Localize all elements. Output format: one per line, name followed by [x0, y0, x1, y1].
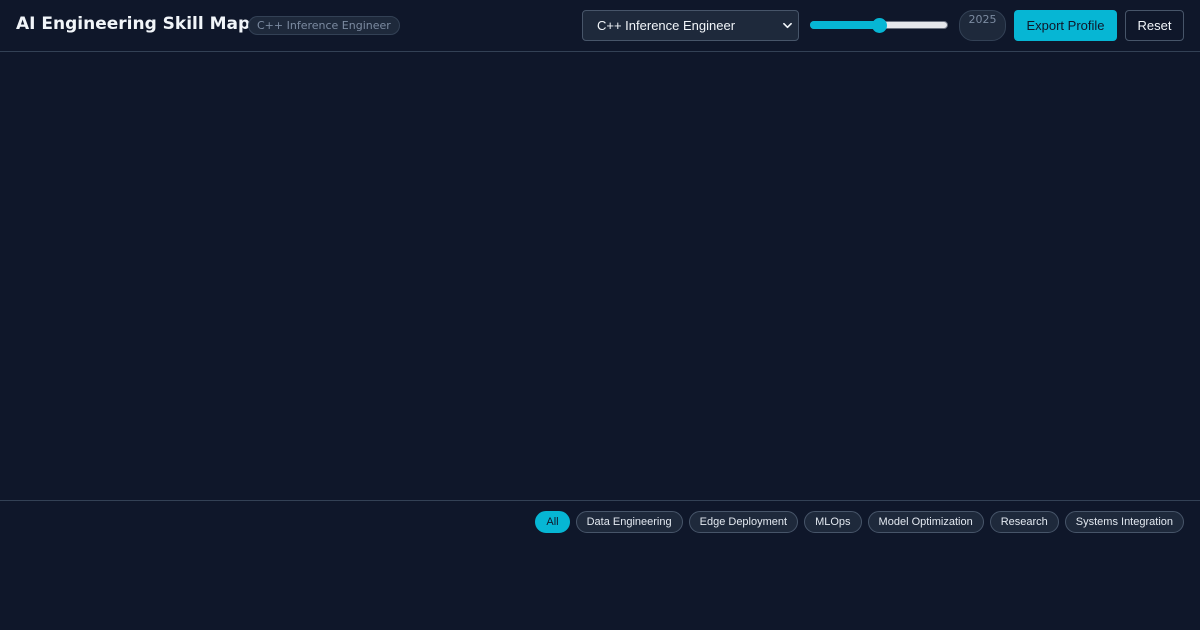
filter-chip-edge-deployment[interactable]: Edge Deployment — [688, 511, 799, 533]
chevron-down-icon — [783, 22, 792, 29]
filter-chip-research[interactable]: Research — [989, 511, 1059, 533]
filter-chip-systems-integration[interactable]: Systems Integration — [1064, 511, 1184, 533]
role-select[interactable]: C++ Inference Engineer — [582, 10, 799, 41]
slider-thumb[interactable] — [872, 18, 887, 33]
role-badge: C++ Inference Engineer — [248, 16, 400, 35]
reset-button[interactable]: Reset — [1125, 10, 1184, 41]
year-slider[interactable] — [809, 15, 949, 37]
slider-fill — [810, 21, 879, 29]
app-title: AI Engineering Skill Map — [16, 14, 251, 34]
filter-chip-mlops[interactable]: MLOps — [804, 511, 862, 533]
category-chips: All Data Engineering Edge Deployment MLOps M… — [535, 511, 1184, 533]
export-profile-button[interactable]: Export Profile — [1014, 10, 1117, 41]
filter-chip-all[interactable]: All — [535, 511, 570, 533]
role-select-value: C++ Inference Engineer — [597, 18, 736, 33]
skill-map-canvas[interactable] — [0, 52, 1200, 500]
year-label: 2025 — [959, 10, 1006, 41]
filter-chip-model-optimization[interactable]: Model Optimization — [867, 511, 984, 533]
filter-bar: All Data Engineering Edge Deployment MLOps M… — [0, 500, 1200, 630]
filter-chip-data-engineering[interactable]: Data Engineering — [575, 511, 683, 533]
top-bar: AI Engineering Skill Map C++ Inference E… — [0, 0, 1200, 52]
